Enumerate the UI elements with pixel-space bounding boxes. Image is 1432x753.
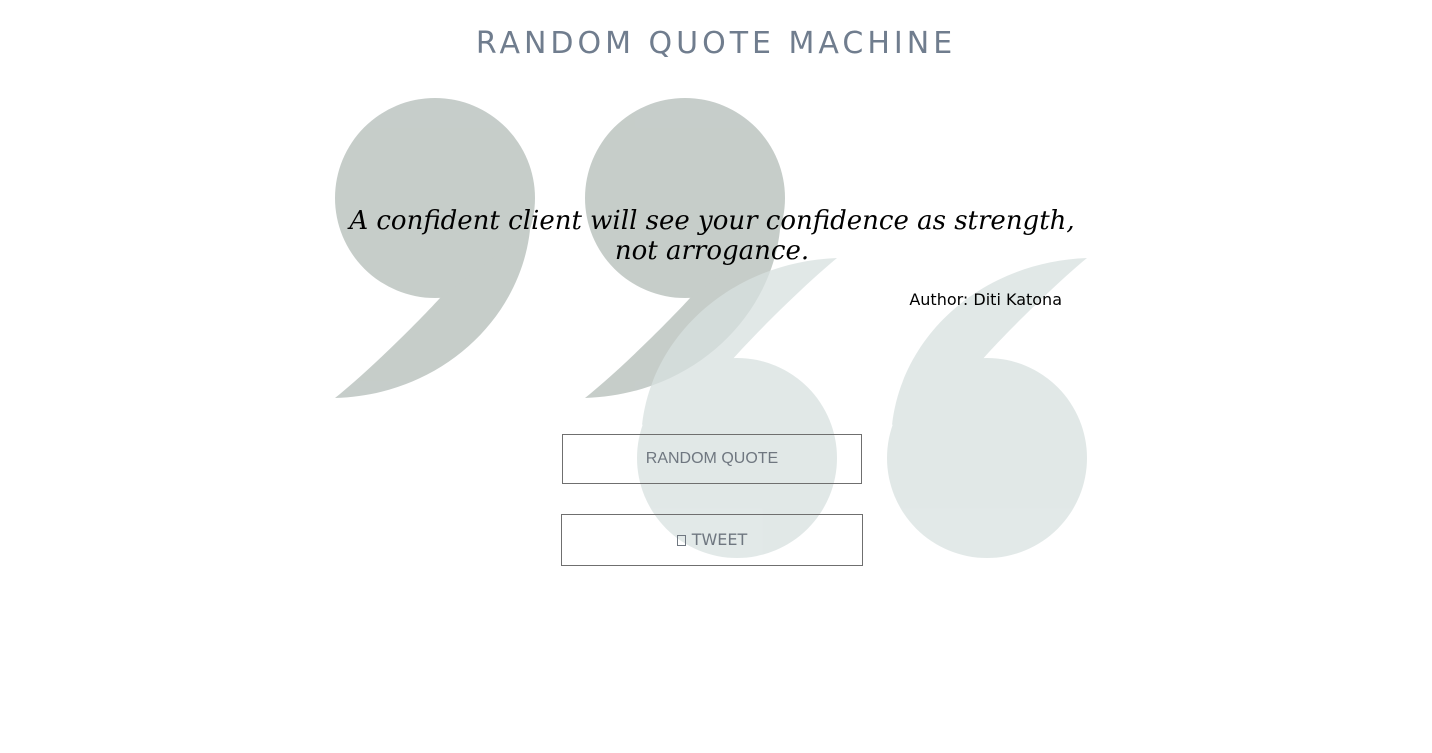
random-quote-button[interactable]: RANDOM QUOTE bbox=[562, 434, 862, 484]
quote-author: Author: Diti Katona bbox=[909, 290, 1062, 309]
quotation-marks-background bbox=[335, 98, 1087, 558]
tweet-button[interactable]: TWEET bbox=[561, 514, 863, 566]
quote-text: A confident client will see your confide… bbox=[349, 206, 1075, 266]
twitter-icon bbox=[676, 535, 686, 546]
tweet-button-label: TWEET bbox=[691, 530, 748, 549]
page-title: RANDOM QUOTE MACHINE bbox=[475, 26, 957, 61]
